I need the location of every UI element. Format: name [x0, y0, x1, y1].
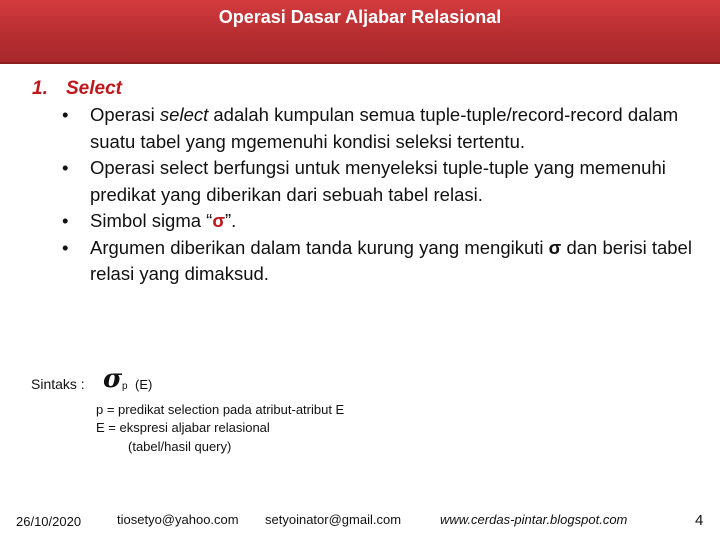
footer-website: www.cerdas-pintar.blogspot.com: [440, 512, 628, 527]
syntax-sigma-symbol: σ: [103, 364, 123, 394]
slide-header: Operasi Dasar Aljabar Relasional: [0, 0, 720, 62]
bullet-emphasis: select: [159, 104, 209, 125]
bullet-icon: •: [62, 236, 69, 258]
section-number: 1.: [32, 78, 48, 99]
bullet-icon: •: [62, 210, 69, 231]
footer-email-gmail: setyoinator@gmail.com: [265, 512, 402, 527]
definition-e: E = ekspresi aljabar relasional: [96, 420, 270, 435]
footer-date: 26/10/2020: [16, 514, 82, 529]
section-title: Select: [66, 78, 122, 99]
bullet-icon: •: [62, 104, 69, 125]
bullet-item: • Operasi select berfungsi untuk menyele…: [62, 155, 702, 208]
syntax-argument: (E): [135, 377, 153, 392]
bullet-text: Operasi select berfungsi untuk menyeleks…: [90, 157, 666, 205]
bullet-text: Simbol sigma “: [90, 210, 213, 231]
bullet-list: • Operasi select adalah kumpulan semua t…: [62, 102, 702, 288]
syntax-label: Sintaks :: [31, 376, 85, 392]
sigma-symbol: σ: [548, 236, 562, 258]
bullet-text: Argumen diberikan dalam tanda kurung yan…: [90, 236, 549, 258]
header-divider: [0, 62, 720, 64]
bullet-icon: •: [62, 157, 69, 178]
sigma-symbol: σ: [212, 210, 225, 231]
bullet-item: • Argumen diberikan dalam tanda kurung y…: [62, 235, 702, 288]
definition-p: p = predikat selection pada atribut-atri…: [96, 402, 345, 417]
bullet-text: Operasi: [90, 104, 160, 125]
page-number: 4: [695, 512, 704, 529]
syntax-subscript: p: [122, 381, 128, 392]
definition-e-note: (tabel/hasil query): [128, 439, 232, 454]
bullet-item: • Simbol sigma “σ”.: [62, 208, 702, 235]
slide-title: Operasi Dasar Aljabar Relasional: [218, 7, 502, 27]
footer-email-yahoo: tiosetyo@yahoo.com: [117, 512, 239, 527]
bullet-text: ”.: [225, 210, 237, 231]
bullet-item: • Operasi select adalah kumpulan semua t…: [62, 102, 702, 155]
